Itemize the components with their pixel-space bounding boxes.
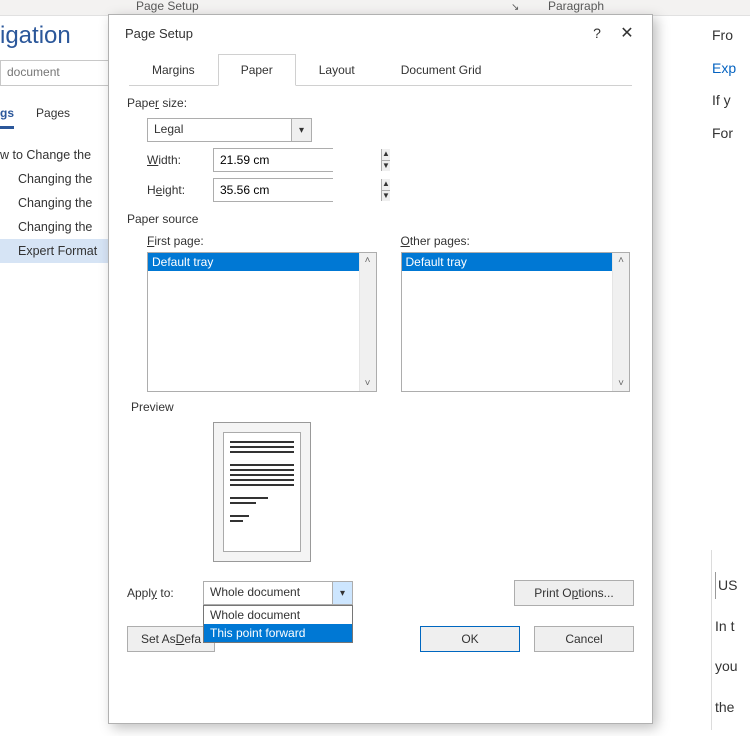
doc-line: the xyxy=(715,694,750,721)
doc-right-snippets: Fro Exp If y For xyxy=(712,22,750,152)
first-page-listbox[interactable]: Default tray ˄˅ xyxy=(147,252,377,392)
list-item[interactable]: Default tray xyxy=(148,253,359,271)
preview-label: Preview xyxy=(131,400,638,414)
paper-size-combo[interactable]: Legal ▾ xyxy=(147,118,312,142)
apply-to-combo[interactable]: Whole document ▾ Whole document This poi… xyxy=(203,581,353,605)
paper-size-value: Legal xyxy=(148,119,291,141)
doc-line: US xyxy=(715,572,750,599)
ok-button[interactable]: OK xyxy=(420,626,520,652)
scroll-down-icon[interactable]: ˅ xyxy=(365,378,371,389)
ribbon-group-pagesetup: Page Setup xyxy=(136,0,199,13)
scroll-up-icon[interactable]: ˄ xyxy=(618,255,624,266)
apply-to-dropdown: Whole document This point forward xyxy=(203,605,353,643)
apply-to-value: Whole document xyxy=(204,582,332,604)
dialog-title: Page Setup xyxy=(125,26,582,41)
doc-line: Fro xyxy=(712,22,750,49)
dialog-tabs: Margins Paper Layout Document Grid xyxy=(129,53,632,86)
scrollbar[interactable]: ˄˅ xyxy=(612,253,629,391)
scroll-down-icon[interactable]: ˅ xyxy=(618,378,624,389)
other-pages-listbox[interactable]: Default tray ˄˅ xyxy=(401,252,631,392)
tab-paper[interactable]: Paper xyxy=(218,54,296,86)
scroll-up-icon[interactable]: ˄ xyxy=(365,255,371,266)
doc-link[interactable]: Exp xyxy=(712,55,750,82)
width-input[interactable] xyxy=(214,149,381,171)
tab-margins[interactable]: Margins xyxy=(129,54,218,86)
apply-option-whole-document[interactable]: Whole document xyxy=(204,606,352,624)
scrollbar[interactable]: ˄˅ xyxy=(359,253,376,391)
close-icon[interactable]: ✕ xyxy=(612,23,642,43)
spinner-down-icon[interactable]: ▼ xyxy=(382,191,390,202)
dialog-titlebar[interactable]: Page Setup ? ✕ xyxy=(109,15,652,51)
set-as-default-button[interactable]: Set As Defa xyxy=(127,626,215,652)
page-separator xyxy=(711,550,712,730)
other-pages-label: Other pages: xyxy=(401,234,631,248)
cancel-button[interactable]: Cancel xyxy=(534,626,634,652)
preview-page-icon xyxy=(223,432,301,552)
chevron-down-icon[interactable]: ▾ xyxy=(291,119,311,141)
chevron-down-icon[interactable]: ▾ xyxy=(332,582,352,604)
paper-size-label: Paper size: xyxy=(127,96,638,110)
height-input[interactable] xyxy=(214,179,381,201)
spinner-down-icon[interactable]: ▼ xyxy=(382,161,390,172)
height-label: Height: xyxy=(147,183,203,197)
height-spinner[interactable]: ▲ ▼ xyxy=(213,178,333,202)
doc-line: you xyxy=(715,653,750,680)
doc-line: For xyxy=(712,120,750,147)
search-placeholder: document xyxy=(7,65,60,79)
width-spinner[interactable]: ▲ ▼ xyxy=(213,148,333,172)
doc-line: In t xyxy=(715,613,750,640)
pagesetup-launcher-icon[interactable]: ↘ xyxy=(511,2,519,13)
help-icon[interactable]: ? xyxy=(582,25,612,41)
width-label: Width: xyxy=(147,153,203,167)
doc-line: If y xyxy=(712,87,750,114)
list-item[interactable]: Default tray xyxy=(402,253,613,271)
spinner-up-icon[interactable]: ▲ xyxy=(382,149,390,161)
spinner-up-icon[interactable]: ▲ xyxy=(382,179,390,191)
nav-tab-pages[interactable]: Pages xyxy=(36,104,70,129)
first-page-label: First page: xyxy=(147,234,377,248)
page-setup-dialog: Page Setup ? ✕ Margins Paper Layout Docu… xyxy=(108,14,653,724)
preview-thumbnail xyxy=(213,422,311,562)
print-options-button[interactable]: Print Options... xyxy=(514,580,634,606)
doc-right-snippets-lower: US In t you the xyxy=(715,558,750,734)
apply-to-label: Apply to: xyxy=(127,586,197,600)
tab-document-grid[interactable]: Document Grid xyxy=(378,54,505,86)
ribbon-group-paragraph: Paragraph xyxy=(548,0,604,13)
apply-option-this-point-forward[interactable]: This point forward xyxy=(204,624,352,642)
nav-tab-headings[interactable]: gs xyxy=(0,104,14,129)
paper-source-label: Paper source xyxy=(127,212,638,226)
tab-layout[interactable]: Layout xyxy=(296,54,378,86)
